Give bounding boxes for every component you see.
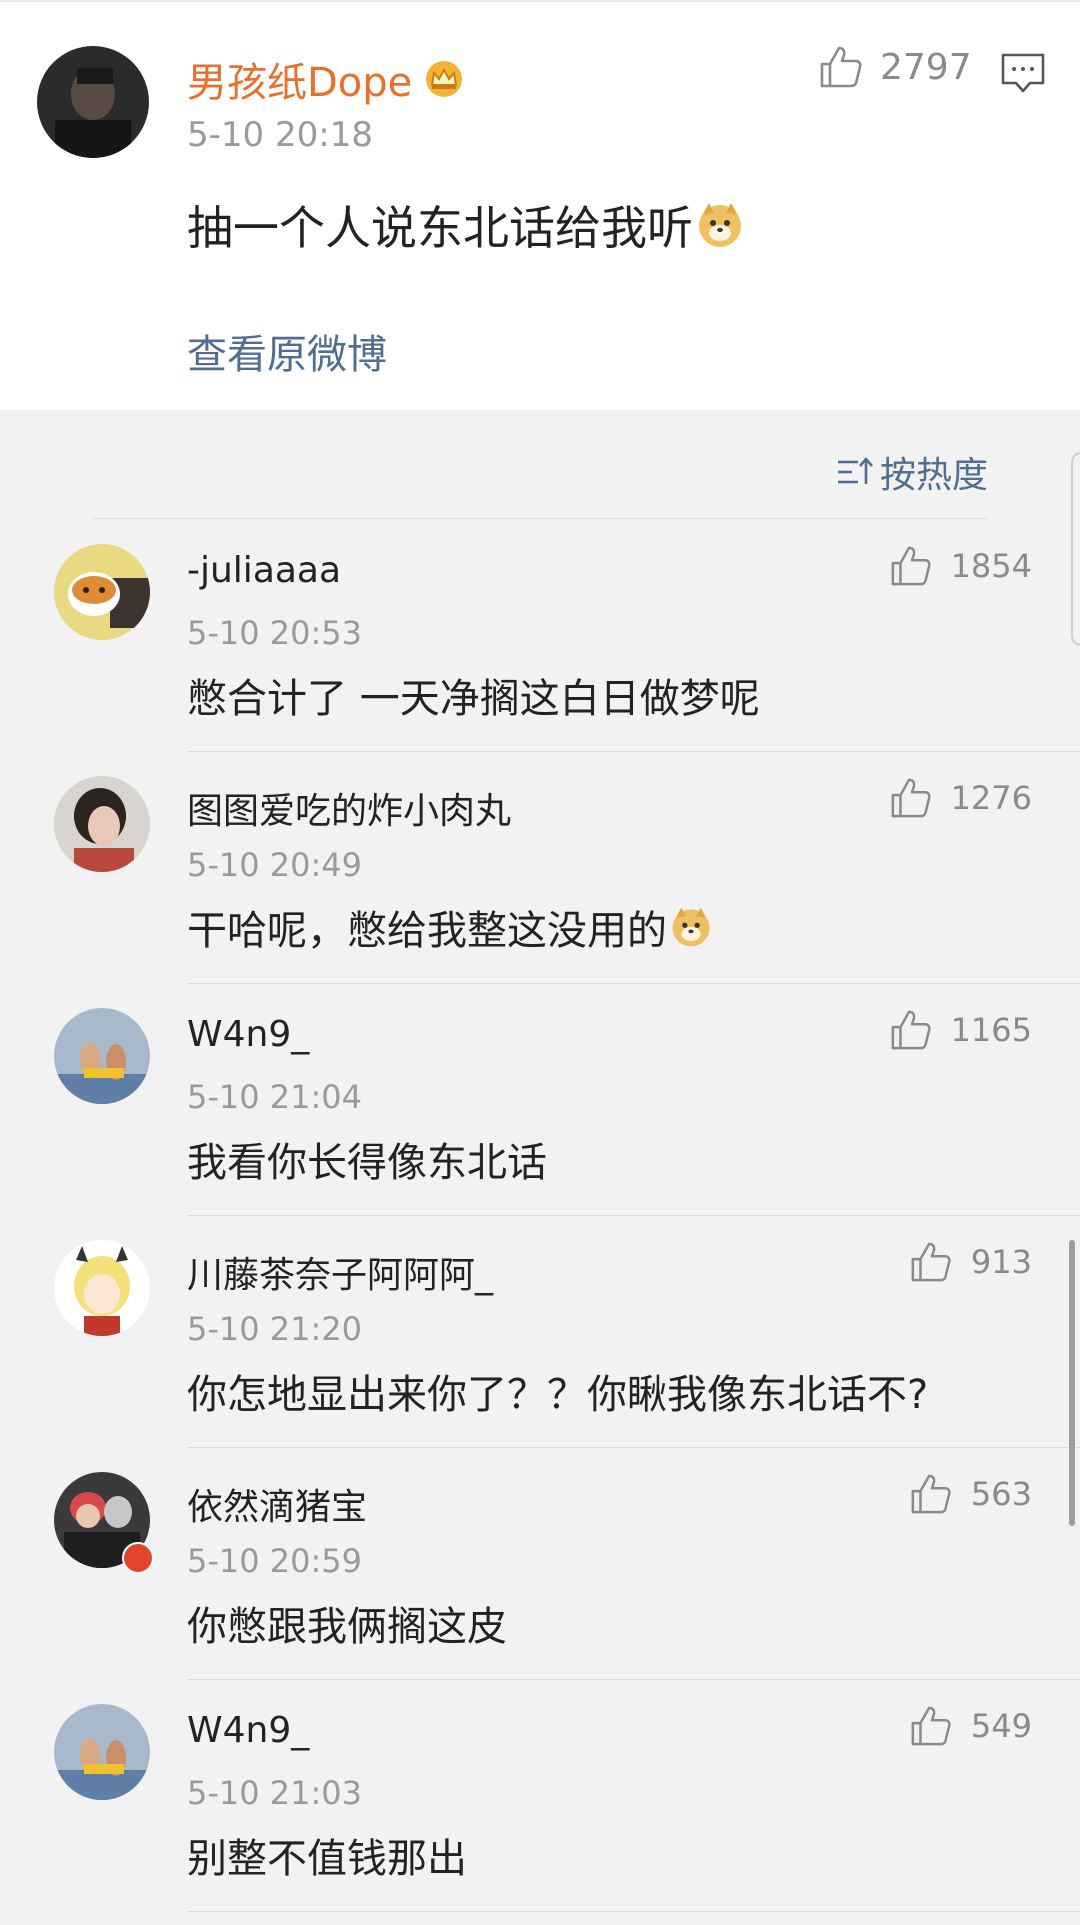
comment-time: 5-10 21:20 (187, 1310, 363, 1348)
comment-time: 5-10 20:59 (187, 1542, 363, 1580)
thumbs-up-icon (820, 46, 862, 88)
sort-by-hot-button[interactable]: 按热度 (836, 446, 988, 498)
comment-text: 你怎地显出来你了？？你瞅我像东北话不? (187, 1372, 929, 1418)
comment-like-count: 1276 (950, 779, 1032, 817)
comment-item: 依然滴猪宝 5-10 20:59 你憋跟我俩搁这皮 563 (0, 1448, 1080, 1680)
comment-button[interactable] (1000, 52, 1046, 98)
comment-like-button[interactable]: 1165 (889, 1008, 1032, 1052)
comment-item: -juliaaaa 5-10 20:53 憋合计了 一天净搁这白日做梦呢 185… (0, 520, 1080, 752)
commenter-name[interactable]: 川藤茶奈子阿阿阿_ (187, 1246, 493, 1298)
thumbs-up-icon (911, 1706, 951, 1746)
sort-label: 按热度 (880, 455, 989, 496)
post-content-text: 抽一个人说东北话给我听 (187, 201, 693, 255)
post-time: 5-10 20:18 (187, 115, 373, 155)
comment-time: 5-10 21:04 (187, 1078, 363, 1116)
comment-time: 5-10 20:53 (187, 614, 363, 652)
scrollbar[interactable] (1069, 1240, 1075, 1526)
comment-list: -juliaaaa 5-10 20:53 憋合计了 一天净搁这白日做梦呢 185… (0, 520, 1080, 1912)
thumbs-up-icon (891, 778, 931, 818)
thumbs-up-icon (891, 546, 931, 586)
commenter-name[interactable]: W4n9_ (187, 1014, 309, 1055)
verified-badge-icon (122, 1542, 154, 1574)
post-like-count: 2797 (880, 46, 972, 88)
view-original-link[interactable]: 查看原微博 (187, 322, 387, 380)
comment-like-button[interactable]: 1854 (889, 544, 1032, 588)
crown-icon (426, 61, 463, 97)
doge-emoji-icon (699, 203, 741, 247)
post-like-button[interactable]: 2797 (818, 44, 972, 90)
comment-item: 川藤茶奈子阿阿阿_ 5-10 21:20 你怎地显出来你了？？你瞅我像东北话不?… (0, 1216, 1080, 1448)
commenter-name[interactable]: -juliaaaa (187, 550, 341, 591)
commenter-avatar[interactable] (54, 776, 150, 872)
comment-like-count: 549 (970, 1707, 1032, 1745)
post-author-avatar[interactable] (37, 46, 149, 158)
comment-text: 你憋跟我俩搁这皮 (187, 1604, 507, 1650)
thumbs-up-icon (911, 1474, 951, 1514)
sort-divider (92, 518, 988, 519)
comment-text-content: 干哈呢，憋给我整这没用的 (187, 908, 667, 954)
thumbs-up-icon (891, 1010, 931, 1050)
comment-item: W4n9_ 5-10 21:04 我看你长得像东北话 1165 (0, 984, 1080, 1216)
original-post: 男孩纸Dope 5-10 20:18 抽一个人说东北话给我听 查看原微博 279… (0, 0, 1080, 410)
comment-time: 5-10 20:49 (187, 846, 363, 884)
post-content: 抽一个人说东北话给我听 (187, 192, 745, 258)
post-author-name[interactable]: 男孩纸Dope (187, 50, 412, 108)
comment-icon (1001, 53, 1045, 93)
comment-like-count: 1165 (950, 1011, 1032, 1049)
comment-text: 我看你长得像东北话 (187, 1140, 547, 1186)
commenter-avatar[interactable] (54, 1704, 150, 1800)
comment-like-count: 913 (970, 1243, 1032, 1281)
comment-like-button[interactable]: 563 (909, 1472, 1032, 1516)
comment-text: 憋合计了 一天净搁这白日做梦呢 (187, 676, 760, 722)
comment-like-count: 563 (970, 1475, 1032, 1513)
commenter-avatar[interactable] (54, 1008, 150, 1104)
doge-emoji-icon (672, 907, 710, 947)
thumbs-up-icon (911, 1242, 951, 1282)
commenter-avatar[interactable] (54, 1240, 150, 1336)
comment-text: 干哈呢，憋给我整这没用的 (187, 898, 713, 956)
comment-divider (187, 1911, 1080, 1912)
commenter-avatar[interactable] (54, 544, 150, 640)
commenter-name[interactable]: W4n9_ (187, 1710, 309, 1751)
commenter-name[interactable]: 依然滴猪宝 (187, 1478, 367, 1530)
comment-like-button[interactable]: 913 (909, 1240, 1032, 1284)
comment-item: 图图爱吃的炸小肉丸 5-10 20:49 干哈呢，憋给我整这没用的 1276 (0, 752, 1080, 984)
comment-like-button[interactable]: 549 (909, 1704, 1032, 1748)
comment-like-button[interactable]: 1276 (889, 776, 1032, 820)
commenter-name[interactable]: 图图爱吃的炸小肉丸 (187, 782, 511, 834)
comment-text: 别整不值钱那出 (187, 1836, 467, 1882)
sort-icon (838, 457, 873, 484)
comment-time: 5-10 21:03 (187, 1774, 363, 1812)
comment-item: W4n9_ 5-10 21:03 别整不值钱那出 549 (0, 1680, 1080, 1912)
comment-like-count: 1854 (950, 547, 1032, 585)
